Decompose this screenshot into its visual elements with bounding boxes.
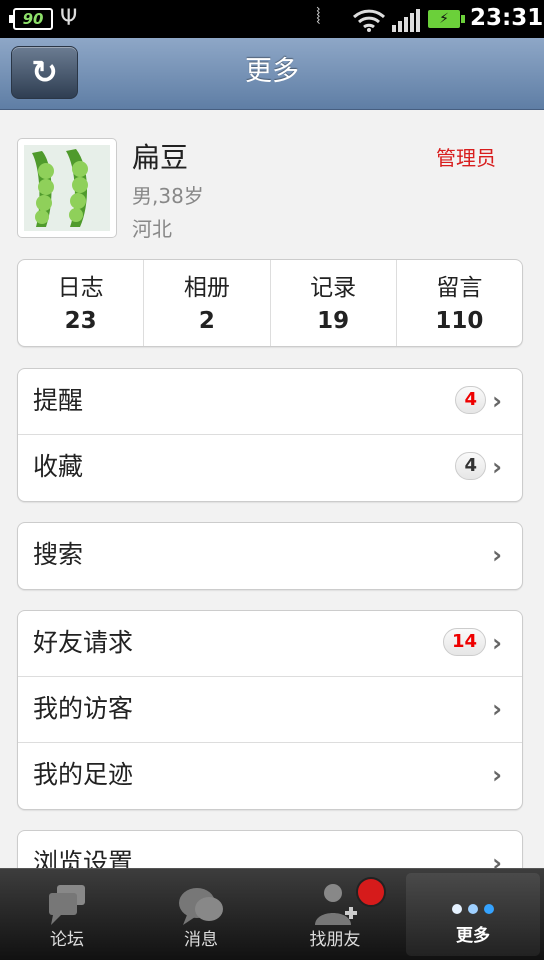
- profile-location: 河北: [132, 217, 172, 241]
- stats-bar: 日志 23 相册 2 记录 19 留言 110: [17, 259, 523, 347]
- stat-journal[interactable]: 日志 23: [18, 260, 145, 346]
- menu-group-friends: 好友请求 14 › 我的访客 › 我的足迹 ›: [17, 610, 523, 810]
- tab-bar: 论坛 消息 找朋友 更多: [0, 868, 544, 960]
- stat-value: 110: [435, 308, 484, 334]
- menu-item-label: 浏览设置: [33, 848, 134, 868]
- chevron-right-icon: ›: [492, 541, 502, 569]
- status-time: 23:31: [470, 5, 544, 31]
- vibrate-icon: ⦚: [316, 5, 321, 30]
- menu-item-label: 我的足迹: [33, 760, 134, 789]
- tab-label: 论坛: [50, 930, 84, 950]
- menu-item-search[interactable]: 搜索 ›: [18, 523, 522, 589]
- stat-value: 2: [198, 308, 215, 334]
- main-content[interactable]: 扁豆 男,38岁 河北 管理员 日志 23 相册 2 记录 19 留言 110 …: [0, 110, 544, 868]
- chevron-right-icon: ›: [492, 695, 502, 723]
- stat-value: 23: [64, 308, 97, 334]
- stat-label: 相册: [183, 275, 230, 301]
- menu-group-search: 搜索 ›: [17, 522, 523, 590]
- avatar[interactable]: [17, 138, 117, 238]
- stat-value: 19: [317, 308, 350, 334]
- menu-item-favorites[interactable]: 收藏 4 ›: [18, 435, 522, 501]
- chevron-right-icon: ›: [492, 849, 502, 868]
- page-title: 更多: [245, 56, 299, 87]
- tab-label: 找朋友: [309, 930, 361, 950]
- refresh-button[interactable]: ↻: [11, 46, 78, 99]
- reminders-badge: 4: [455, 386, 486, 414]
- status-bar: 90 Ψ ⦚ ⚡ 23:31: [0, 0, 544, 38]
- battery-small-icon: 90: [9, 8, 53, 30]
- tab-label: 更多: [456, 926, 490, 946]
- avatar-image: [24, 145, 110, 231]
- refresh-icon: ↻: [31, 53, 58, 91]
- chevron-right-icon: ›: [492, 387, 502, 415]
- menu-item-browse-settings[interactable]: 浏览设置 ›: [18, 831, 522, 868]
- wifi-icon: [352, 8, 386, 36]
- menu-item-label: 我的访客: [33, 694, 134, 723]
- menu-group-notifications: 提醒 4 › 收藏 4 ›: [17, 368, 523, 502]
- stat-records[interactable]: 记录 19: [271, 260, 397, 346]
- stat-label: 留言: [436, 275, 483, 301]
- menu-item-footprints[interactable]: 我的足迹 ›: [18, 743, 522, 809]
- menu-item-friend-requests[interactable]: 好友请求 14 ›: [18, 611, 522, 677]
- tab-forum[interactable]: 论坛: [0, 869, 134, 960]
- friend-requests-badge: 14: [442, 628, 486, 656]
- messages-icon: [134, 881, 268, 927]
- favorites-badge: 4: [455, 452, 486, 480]
- stat-label: 日志: [57, 275, 104, 301]
- menu-item-label: 收藏: [33, 452, 84, 481]
- tab-messages[interactable]: 消息: [134, 869, 386, 960]
- find-friends-icon: [268, 881, 402, 927]
- stat-label: 记录: [310, 275, 357, 301]
- usb-icon: Ψ: [60, 6, 78, 31]
- menu-item-label: 提醒: [33, 386, 84, 415]
- profile-name: 扁豆: [132, 141, 189, 174]
- title-bar: 更多 ↻: [0, 38, 544, 110]
- menu-group-settings: 浏览设置 ›: [17, 830, 523, 868]
- stat-albums[interactable]: 相册 2: [144, 260, 271, 346]
- chevron-right-icon: ›: [492, 629, 502, 657]
- tab-more[interactable]: 更多: [406, 873, 540, 956]
- menu-item-label: 好友请求: [33, 628, 134, 657]
- profile-info: 男,38岁: [132, 184, 204, 208]
- menu-item-reminders[interactable]: 提醒 4 ›: [18, 369, 522, 435]
- battery-charging-icon: ⚡: [428, 10, 465, 28]
- tab-find-friends[interactable]: 找朋友: [268, 869, 402, 960]
- profile-role: 管理员: [436, 146, 496, 170]
- menu-item-label: 搜索: [33, 540, 84, 569]
- forum-icon: [0, 881, 134, 927]
- chevron-right-icon: ›: [492, 453, 502, 481]
- signal-icon: [392, 8, 420, 36]
- menu-item-visitors[interactable]: 我的访客 ›: [18, 677, 522, 743]
- tab-label: 消息: [184, 930, 218, 950]
- stat-messages[interactable]: 留言 110: [397, 260, 522, 346]
- chevron-right-icon: ›: [492, 761, 502, 789]
